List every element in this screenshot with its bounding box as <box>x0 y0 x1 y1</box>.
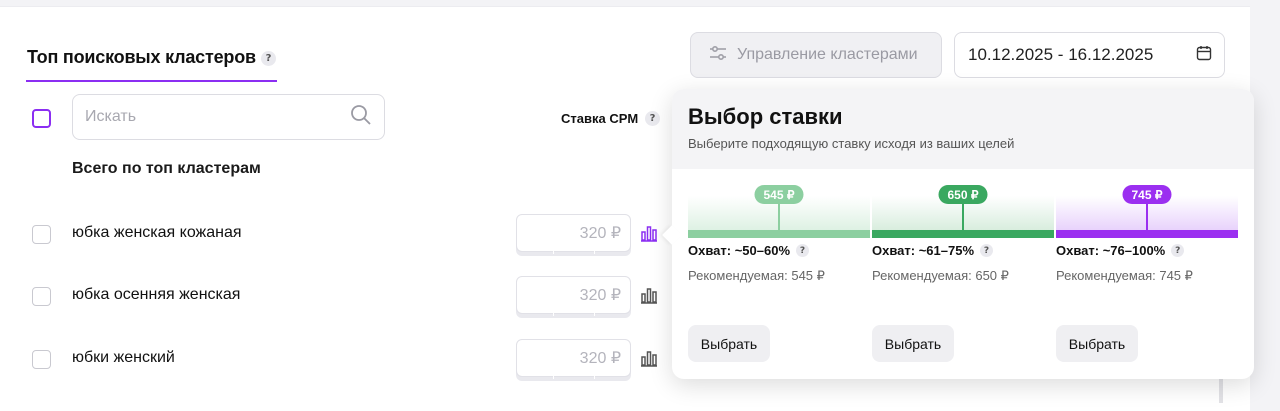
select-all-checkbox[interactable] <box>32 109 51 128</box>
reach-value: Охват: ~50–60% <box>688 243 791 258</box>
table-row: юбка осенняя женская 320 ₽ <box>0 276 670 317</box>
search-field[interactable] <box>72 94 385 140</box>
reach-label: Охват: ~50–60% ? <box>688 243 810 258</box>
price-badge: 650 ₽ <box>938 185 988 204</box>
reach-value: Охват: ~61–75% <box>872 243 975 258</box>
total-row-label: Всего по топ кластерам <box>72 160 261 177</box>
search-icon[interactable] <box>350 104 372 131</box>
bar-chart-icon[interactable] <box>641 286 657 309</box>
bar-chart-icon[interactable] <box>641 349 657 372</box>
date-range-picker[interactable]: 10.12.2025 - 16.12.2025 <box>954 32 1225 78</box>
price-badge: 545 ₽ <box>754 185 804 204</box>
popover-header: Выбор ставки Выберите подходящую ставку … <box>672 89 1254 169</box>
sliders-icon <box>709 44 727 67</box>
bid-selection-popover: Выбор ставки Выберите подходящую ставку … <box>662 89 1254 379</box>
bid-input[interactable]: 320 ₽ <box>516 276 631 316</box>
help-icon[interactable]: ? <box>261 51 276 66</box>
recommended-label: Рекомендуемая: 545 ₽ <box>688 268 825 283</box>
date-range-value: 10.12.2025 - 16.12.2025 <box>968 45 1154 64</box>
price-marker <box>1146 199 1148 233</box>
price-badge: 745 ₽ <box>1122 185 1172 204</box>
reach-label: Охват: ~76–100% ? <box>1056 243 1185 258</box>
manage-clusters-label: Управление кластерами <box>737 46 918 63</box>
bar-chart-icon[interactable] <box>641 224 657 247</box>
cpm-column-header: Ставка CPM <box>561 111 639 126</box>
recommended-label: Рекомендуемая: 650 ₽ <box>872 268 1009 283</box>
bid-input[interactable]: 320 ₽ <box>516 339 631 379</box>
price-marker <box>962 199 964 233</box>
section-title: Топ поисковых кластеров <box>27 47 256 67</box>
help-icon[interactable]: ? <box>980 244 994 257</box>
choose-button[interactable]: Выбрать <box>1056 325 1138 362</box>
cpm-help-icon[interactable]: ? <box>645 111 660 126</box>
active-tab-underline <box>26 80 277 82</box>
bid-option: 650 ₽ Охват: ~61–75% ? Рекомендуемая: 65… <box>872 185 1054 385</box>
row-checkbox[interactable] <box>32 287 51 306</box>
popover-subtitle: Выберите подходящую ставку исходя из ваш… <box>688 136 1015 151</box>
table-row: юбка женская кожаная 320 ₽ <box>0 214 670 255</box>
price-marker <box>778 199 780 233</box>
help-icon[interactable]: ? <box>796 244 810 257</box>
cluster-name: юбка женская кожаная <box>72 224 242 241</box>
search-input[interactable] <box>85 108 350 126</box>
row-checkbox[interactable] <box>32 225 51 244</box>
choose-button[interactable]: Выбрать <box>872 325 954 362</box>
cluster-name: юбки женский <box>72 349 175 366</box>
manage-clusters-button[interactable]: Управление кластерами <box>690 32 942 78</box>
popover-title: Выбор ставки <box>688 104 843 129</box>
reach-value: Охват: ~76–100% <box>1056 243 1166 258</box>
calendar-icon[interactable] <box>1196 45 1212 66</box>
bid-option: 745 ₽ Охват: ~76–100% ? Рекомендуемая: 7… <box>1056 185 1238 385</box>
help-icon[interactable]: ? <box>1171 244 1185 257</box>
row-checkbox[interactable] <box>32 350 51 369</box>
choose-button[interactable]: Выбрать <box>688 325 770 362</box>
bid-option: 545 ₽ Охват: ~50–60% ? Рекомендуемая: 54… <box>688 185 870 385</box>
cluster-name: юбка осенняя женская <box>72 286 241 303</box>
recommended-label: Рекомендуемая: 745 ₽ <box>1056 268 1193 283</box>
reach-label: Охват: ~61–75% ? <box>872 243 994 258</box>
table-row: юбки женский 320 ₽ <box>0 339 670 380</box>
bid-input[interactable]: 320 ₽ <box>516 214 631 254</box>
